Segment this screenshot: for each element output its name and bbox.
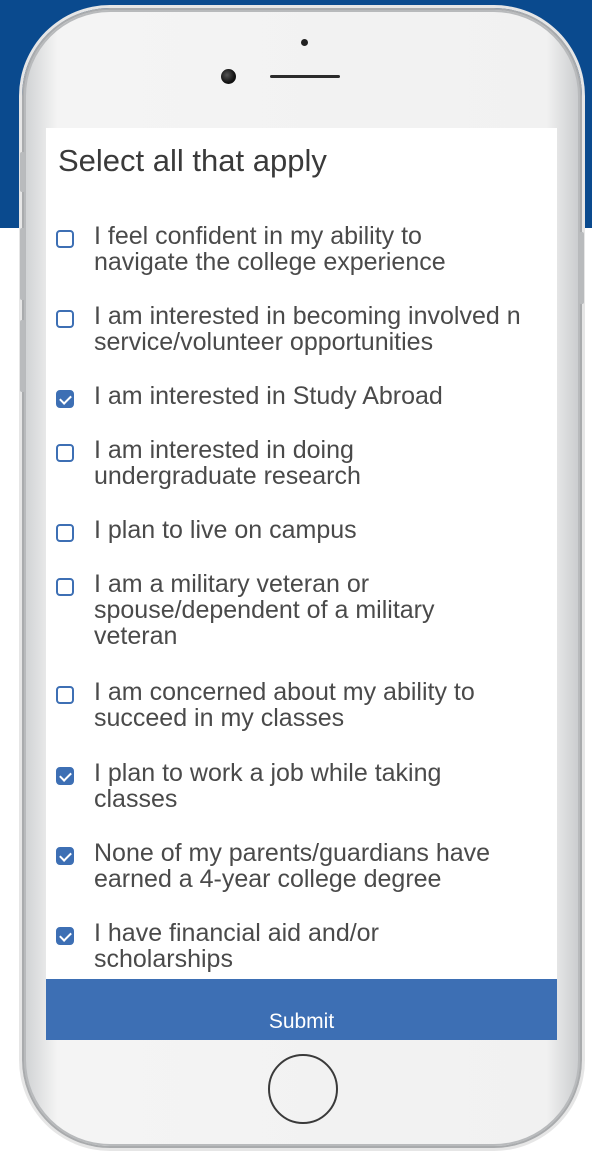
option-item[interactable]: I feel confident in my ability to naviga…: [56, 223, 556, 275]
submit-button[interactable]: Submit: [46, 979, 557, 1040]
checkbox-7[interactable]: [56, 767, 74, 785]
checkbox-2[interactable]: [56, 390, 74, 408]
checkbox-1[interactable]: [56, 310, 74, 328]
checkbox-0[interactable]: [56, 230, 74, 248]
option-item[interactable]: I am interested in doing undergraduate r…: [56, 437, 556, 489]
option-label: I am concerned about my ability to succe…: [94, 678, 475, 732]
checkbox-4[interactable]: [56, 524, 74, 542]
option-label: I am interested in becoming involved n s…: [94, 302, 521, 356]
mute-switch: [20, 152, 25, 192]
power-button: [579, 232, 584, 304]
option-item[interactable]: I plan to work a job while taking classe…: [56, 760, 556, 812]
page-title: Select all that apply: [58, 143, 327, 178]
checkbox-3[interactable]: [56, 444, 74, 462]
option-item[interactable]: I plan to live on campus: [56, 517, 556, 543]
volume-up-button: [20, 228, 25, 300]
option-label: I am a military veteran or spouse/depend…: [94, 570, 435, 650]
option-item[interactable]: I have financial aid and/or scholarships: [56, 920, 556, 972]
checkbox-9[interactable]: [56, 927, 74, 945]
option-label: I feel confident in my ability to naviga…: [94, 222, 446, 276]
checkbox-5[interactable]: [56, 578, 74, 596]
front-camera: [221, 69, 236, 84]
earpiece-speaker: [270, 75, 340, 78]
proximity-sensor: [301, 39, 308, 46]
option-item[interactable]: I am concerned about my ability to succe…: [56, 679, 556, 731]
option-item[interactable]: I am interested in Study Abroad: [56, 383, 556, 409]
option-label: I have financial aid and/or scholarships: [94, 919, 379, 973]
checkbox-8[interactable]: [56, 847, 74, 865]
checkbox-6[interactable]: [56, 686, 74, 704]
volume-down-button: [20, 320, 25, 392]
option-label: I am interested in doing undergraduate r…: [94, 436, 361, 490]
home-button[interactable]: [268, 1054, 338, 1124]
option-item[interactable]: None of my parents/guardians have earned…: [56, 840, 556, 892]
option-item[interactable]: I am interested in becoming involved n s…: [56, 303, 556, 355]
app-screen: Select all that apply I feel confident i…: [46, 128, 557, 1040]
option-label: I plan to work a job while taking classe…: [94, 759, 442, 813]
option-label: I am interested in Study Abroad: [94, 382, 443, 410]
option-item[interactable]: I am a military veteran or spouse/depend…: [56, 571, 556, 649]
option-label: None of my parents/guardians have earned…: [94, 839, 491, 893]
option-label: I plan to live on campus: [94, 516, 357, 544]
